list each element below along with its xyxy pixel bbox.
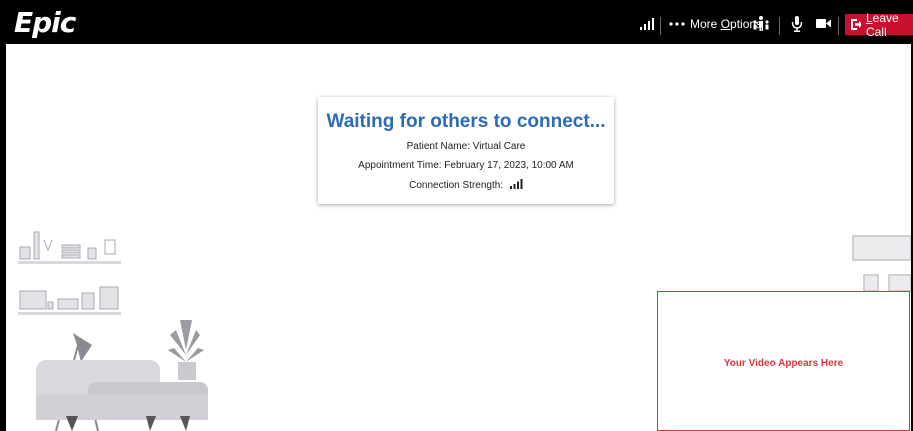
microphone-icon (791, 15, 803, 32)
window-frame-left (0, 0, 6, 431)
connection-strength-label: Connection Strength: (409, 180, 504, 191)
left-shelves (18, 231, 121, 315)
signal-strength-icon (509, 179, 523, 189)
waiting-status-card: Waiting for others to connect... Patient… (318, 97, 614, 204)
leave-call-label: Leave Call (865, 10, 899, 39)
connection-strength-row: Connection Strength: (318, 179, 614, 191)
signal-strength-icon (640, 17, 654, 30)
exit-icon (851, 19, 861, 30)
epic-logo: Epic (14, 6, 76, 39)
more-dots-icon (669, 21, 685, 26)
video-placeholder-text: Your Video Appears Here (723, 358, 844, 369)
toolbar-separator (779, 17, 780, 35)
appointment-time: Appointment Time: February 17, 2023, 10:… (358, 160, 574, 171)
right-wall-frames (852, 235, 912, 292)
video-camera-icon (816, 19, 831, 28)
toolbar-separator (660, 17, 661, 35)
camera-button[interactable] (816, 3, 831, 44)
top-toolbar: Epic More Options Leave Call (0, 3, 913, 44)
self-video-preview: Your Video Appears Here (657, 291, 910, 431)
participants-button[interactable] (752, 3, 770, 44)
connection-strength-button[interactable] (640, 3, 654, 44)
plant-illustration (168, 320, 204, 380)
microphone-button[interactable] (791, 3, 803, 44)
leave-call-button[interactable]: Leave Call (845, 11, 913, 39)
waiting-title: Waiting for others to connect... (326, 111, 606, 132)
participants-icon (753, 15, 769, 31)
patient-name: Patient Name: Virtual Care (406, 141, 526, 152)
toolbar-separator (838, 17, 839, 35)
more-options-button[interactable]: More Options (669, 3, 762, 44)
